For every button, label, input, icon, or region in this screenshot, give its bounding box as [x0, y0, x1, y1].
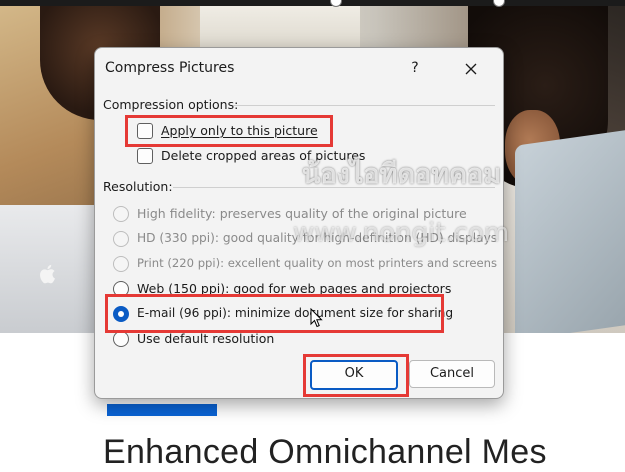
- radio-label: High fidelity: preserves quality of the …: [137, 206, 467, 221]
- document-accent-bar: [107, 404, 217, 416]
- radio-web-150-ppi[interactable]: Web (150 ppi): good for web pages and pr…: [113, 279, 453, 299]
- dialog-title: Compress Pictures: [105, 60, 235, 76]
- checkbox-box[interactable]: [137, 148, 153, 164]
- photo-laptop-right: [515, 130, 625, 333]
- compression-options-rule: [233, 105, 495, 106]
- selection-handle-top-middle[interactable]: [330, 0, 342, 7]
- apply-only-this-picture-checkbox[interactable]: Apply only to this picture: [137, 121, 337, 141]
- radio-high-fidelity[interactable]: High fidelity: preserves quality of the …: [113, 204, 473, 224]
- radio-label: Web (150 ppi): good for web pages and pr…: [137, 281, 452, 296]
- compress-pictures-dialog: Compress Pictures ? Compression options:…: [94, 47, 504, 399]
- resolution-heading: Resolution:: [103, 179, 173, 194]
- resolution-rule: [173, 187, 495, 188]
- radio-hd-330-ppi[interactable]: HD (330 ppi): good quality for high-defi…: [113, 229, 497, 249]
- radio-label: Use default resolution: [137, 331, 275, 346]
- radio-use-default-resolution[interactable]: Use default resolution: [113, 329, 313, 349]
- radio-button[interactable]: [113, 256, 129, 272]
- close-button[interactable]: [457, 56, 485, 80]
- checkbox-box[interactable]: [137, 123, 153, 139]
- radio-button[interactable]: [113, 331, 129, 347]
- checkbox-label: Delete cropped areas of pictures: [161, 148, 366, 163]
- radio-button[interactable]: [113, 206, 129, 222]
- picture-top-border: [0, 0, 625, 7]
- radio-button[interactable]: [113, 306, 129, 322]
- radio-label: HD (330 ppi): good quality for high-defi…: [137, 231, 498, 245]
- document-heading: Enhanced Omnichannel Mes: [103, 433, 547, 471]
- close-icon: [465, 63, 477, 74]
- selection-handle-top-right[interactable]: [493, 0, 505, 7]
- radio-label: Print (220 ppi): excellent quality on mo…: [137, 256, 498, 270]
- radio-button[interactable]: [113, 231, 129, 247]
- apple-logo-icon: [40, 264, 55, 284]
- delete-cropped-areas-checkbox[interactable]: Delete cropped areas of pictures: [137, 146, 367, 166]
- compression-options-heading: Compression options:: [103, 97, 239, 112]
- checkbox-label: Apply only to this picture: [161, 123, 318, 138]
- radio-label: E-mail (96 ppi): minimize document size …: [137, 306, 454, 320]
- dialog-titlebar[interactable]: Compress Pictures ?: [95, 48, 503, 88]
- ok-button[interactable]: OK: [310, 360, 398, 390]
- radio-print-220-ppi[interactable]: Print (220 ppi): excellent quality on mo…: [113, 254, 498, 274]
- cancel-button[interactable]: Cancel: [409, 360, 495, 388]
- help-button[interactable]: ?: [401, 56, 429, 80]
- mouse-pointer-icon: [310, 308, 323, 328]
- radio-email-96-ppi[interactable]: E-mail (96 ppi): minimize document size …: [113, 304, 453, 324]
- radio-button[interactable]: [113, 281, 129, 297]
